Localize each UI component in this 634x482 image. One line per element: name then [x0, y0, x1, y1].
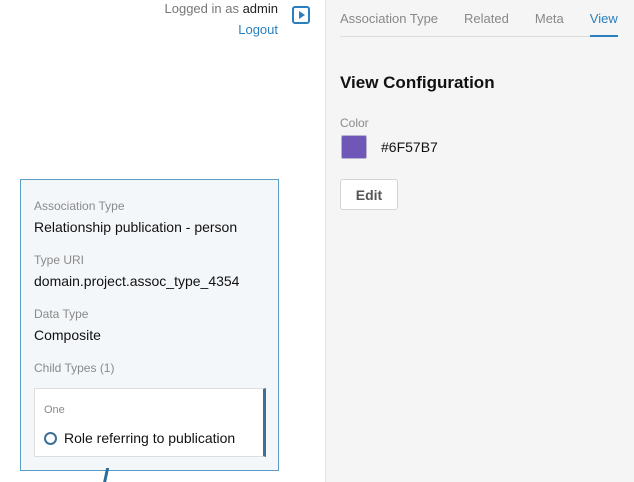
panel-title: View Configuration: [340, 73, 495, 92]
logout-link[interactable]: Logout: [165, 21, 278, 39]
field-label: Data Type: [34, 307, 89, 321]
color-swatch: [341, 135, 367, 159]
username: admin: [242, 1, 278, 16]
login-status: Logged in as admin Logout: [165, 0, 279, 39]
child-types-label: Child Types (1): [34, 361, 115, 375]
tab-related[interactable]: Related: [464, 0, 509, 36]
child-type-name: Role referring to publication: [64, 430, 236, 446]
field-label: Association Type: [34, 199, 125, 213]
panel-tabs: Association Type Related Meta View: [340, 0, 618, 37]
tab-meta[interactable]: Meta: [535, 0, 564, 36]
logged-in-prefix: Logged in as: [164, 1, 239, 16]
ring-icon: [44, 431, 57, 445]
color-value: #6F57B7: [381, 139, 438, 155]
field-type-uri: Type URI domain.project.assoc_type_4354: [34, 252, 278, 290]
field-value: Composite: [34, 327, 101, 343]
edit-button[interactable]: Edit: [340, 179, 398, 210]
field-value: Relationship publication - person: [34, 219, 238, 235]
field-association-type: Association Type Relationship publicatio…: [34, 198, 278, 236]
field-data-type: Data Type Composite: [34, 306, 278, 344]
child-cardinality: One: [44, 404, 65, 416]
tab-view[interactable]: View: [589, 0, 618, 37]
tab-association-type[interactable]: Association Type: [340, 0, 438, 36]
field-label: Type URI: [34, 253, 85, 267]
panel-toggle-icon[interactable]: [292, 6, 310, 24]
color-label: Color: [340, 116, 369, 130]
field-value: domain.project.assoc_type_4354: [34, 273, 240, 289]
detail-panel: Association Type Related Meta View View …: [325, 0, 634, 482]
child-type-item[interactable]: Role referring to publication: [44, 430, 263, 446]
child-type-card[interactable]: One Role referring to publication: [34, 388, 266, 457]
association-type-detail[interactable]: Association Type Relationship publicatio…: [20, 179, 279, 471]
topicmap-canvas[interactable]: Logged in as admin Logout Association Ty…: [0, 0, 325, 482]
